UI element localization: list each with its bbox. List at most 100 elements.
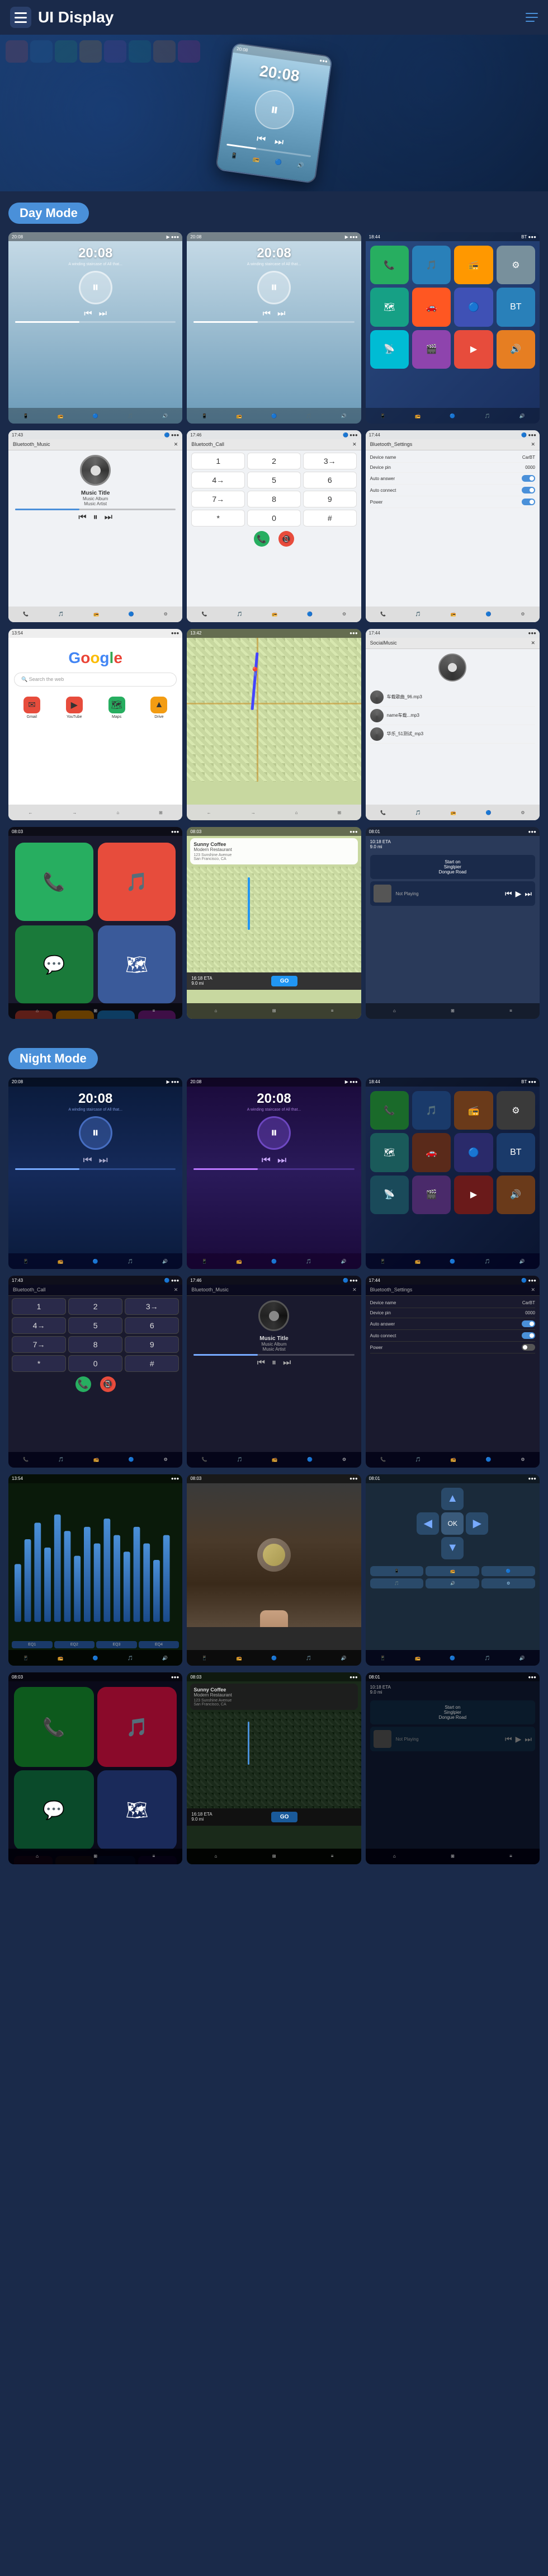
youtube-icon[interactable]: ▶: [66, 697, 83, 713]
song-item-1[interactable]: 车载歌曲_96.mp3: [370, 688, 535, 707]
close-icon[interactable]: ✕: [531, 441, 535, 448]
app-icon[interactable]: ▶: [454, 1176, 493, 1214]
bottom-nav[interactable]: 📱📻🔵🎵🔊: [366, 1650, 540, 1666]
call-btn-night[interactable]: 📞: [75, 1376, 91, 1392]
night-prev-icon[interactable]: ⏮: [505, 1734, 512, 1744]
app-icon[interactable]: 🗺: [370, 1133, 409, 1172]
eq-btn[interactable]: EQ3: [96, 1641, 137, 1648]
app-icon[interactable]: 🔊: [497, 1176, 535, 1214]
end-call-btn-night[interactable]: 📵: [100, 1376, 116, 1392]
key-6[interactable]: 6: [125, 1317, 179, 1334]
fn-btn-3[interactable]: 🔵: [481, 1566, 535, 1576]
next-btn[interactable]: ⏭: [105, 513, 112, 523]
bottom-nav[interactable]: ←→⌂⊞: [187, 805, 361, 820]
app-icon[interactable]: 🔊: [497, 330, 535, 369]
end-call-btn[interactable]: 📵: [278, 531, 294, 547]
prev-icon[interactable]: ⏮: [505, 889, 512, 899]
song-item-3[interactable]: 华乐_51测试_mp3: [370, 725, 535, 744]
app-icon[interactable]: 🎵: [412, 246, 451, 284]
close-icon[interactable]: ✕: [531, 1287, 535, 1293]
bottom-nav[interactable]: ⌂⊞≡: [187, 1849, 361, 1864]
close-icon[interactable]: ✕: [531, 640, 535, 646]
key-7[interactable]: 7→: [12, 1336, 66, 1353]
app-icon[interactable]: BT: [497, 288, 535, 326]
auto-connect-toggle[interactable]: [522, 487, 535, 493]
drive-icon[interactable]: ▲: [150, 697, 167, 713]
go-button[interactable]: GO: [271, 976, 298, 986]
player-controls-night[interactable]: ⏮⏭: [8, 1154, 182, 1166]
player-controls-night[interactable]: ⏮⏭: [187, 1154, 361, 1166]
drive-app[interactable]: ▲ Drive: [140, 697, 178, 719]
key-7[interactable]: 7→: [191, 491, 245, 507]
night-play-icon[interactable]: ▶: [516, 1734, 522, 1744]
nav-left[interactable]: ◀: [417, 1512, 439, 1535]
maps-icon[interactable]: 🗺: [108, 697, 125, 713]
player-controls[interactable]: ⏮ ⏭: [187, 309, 361, 319]
carplay-music-icon[interactable]: 🎵: [98, 843, 176, 921]
player-controls[interactable]: ⏮ ⏭: [8, 309, 182, 319]
key-3[interactable]: 3→: [303, 453, 357, 469]
key-1[interactable]: 1: [12, 1298, 66, 1315]
map-view[interactable]: 📍: [187, 638, 361, 782]
key-0[interactable]: 0: [68, 1355, 122, 1372]
key-1[interactable]: 1: [191, 453, 245, 469]
night-go-button[interactable]: GO: [271, 1812, 298, 1822]
bottom-nav[interactable]: ⌂⊞≡: [187, 1003, 361, 1019]
app-icon[interactable]: 📻: [454, 1091, 493, 1130]
eq-btn[interactable]: EQ1: [12, 1641, 53, 1648]
fn-btn-1[interactable]: 📱: [370, 1566, 424, 1576]
app-icon[interactable]: 📞: [370, 1091, 409, 1130]
prev-btn-night[interactable]: ⏮: [257, 1358, 265, 1368]
key-4[interactable]: 4→: [191, 472, 245, 488]
fn-btn-2[interactable]: 📻: [426, 1566, 479, 1576]
bottom-nav[interactable]: 📱📻🔵🎵🔊: [366, 408, 540, 424]
bottom-nav[interactable]: 📞🎵📻🔵⚙: [187, 607, 361, 622]
carplay-messages-icon[interactable]: 💬: [15, 925, 93, 1004]
fn-btn-5[interactable]: 🔊: [426, 1578, 479, 1588]
key-6[interactable]: 6: [303, 472, 357, 488]
maps-app[interactable]: 🗺 Maps: [98, 697, 136, 719]
bottom-nav[interactable]: 📱📻🔵🎵🔊: [187, 408, 361, 424]
app-icon[interactable]: BT: [497, 1133, 535, 1172]
nav-map[interactable]: [187, 867, 361, 972]
app-icon[interactable]: ▶: [454, 330, 493, 369]
app-icon[interactable]: 🎬: [412, 1176, 451, 1214]
key-2[interactable]: 2: [247, 453, 301, 469]
night-maps-icon[interactable]: 🗺: [97, 1770, 177, 1850]
auto-connect-night[interactable]: Auto connect: [370, 1330, 535, 1342]
night-music-icon[interactable]: 🎵: [97, 1687, 177, 1767]
close-icon[interactable]: ✕: [352, 1287, 357, 1293]
power-toggle[interactable]: [522, 499, 535, 505]
auto-connect-item[interactable]: Auto connect: [370, 485, 535, 496]
auto-answer-night[interactable]: Auto answer: [370, 1318, 535, 1330]
fn-btn-6[interactable]: ⚙: [481, 1578, 535, 1588]
song-item-2[interactable]: name车载...mp3: [370, 707, 535, 725]
next-btn-night[interactable]: ⏭: [283, 1358, 291, 1368]
bottom-nav[interactable]: 📞🎵📻🔵⚙: [366, 805, 540, 820]
app-icon[interactable]: 🚗: [412, 1133, 451, 1172]
night-phone-icon[interactable]: 📞: [14, 1687, 94, 1767]
app-icon[interactable]: 📞: [370, 246, 409, 284]
call-btn[interactable]: 📞: [254, 531, 270, 547]
fn-btn-4[interactable]: 🎵: [370, 1578, 424, 1588]
bottom-nav[interactable]: ⌂⊞≡: [366, 1003, 540, 1019]
key-2[interactable]: 2: [68, 1298, 122, 1315]
prev-btn[interactable]: ⏮: [78, 513, 86, 523]
key-star[interactable]: *: [191, 510, 245, 527]
bottom-nav[interactable]: 📱📻🔵🎵🔊: [187, 1253, 361, 1269]
play-icon[interactable]: ▶: [516, 889, 522, 899]
auto-answer-toggle[interactable]: [522, 475, 535, 482]
app-icon[interactable]: 📡: [370, 330, 409, 369]
carplay-phone-icon[interactable]: 📞: [15, 843, 93, 921]
bottom-nav[interactable]: ⌂⊞≡: [8, 1003, 182, 1019]
bottom-nav[interactable]: 📞🎵📻🔵⚙: [8, 607, 182, 622]
close-icon[interactable]: ✕: [174, 1287, 178, 1293]
nav-up[interactable]: ▲: [441, 1488, 464, 1510]
play-pause-btn[interactable]: ⏸: [93, 513, 98, 523]
bottom-nav[interactable]: ←→⌂⊞: [8, 805, 182, 820]
nav-ok[interactable]: OK: [441, 1512, 464, 1535]
gmail-icon[interactable]: ✉: [23, 697, 40, 713]
app-icon[interactable]: 🎵: [412, 1091, 451, 1130]
bottom-nav[interactable]: 📱📻🔵🎵🔊: [8, 1650, 182, 1666]
nav-down[interactable]: ▼: [441, 1537, 464, 1559]
